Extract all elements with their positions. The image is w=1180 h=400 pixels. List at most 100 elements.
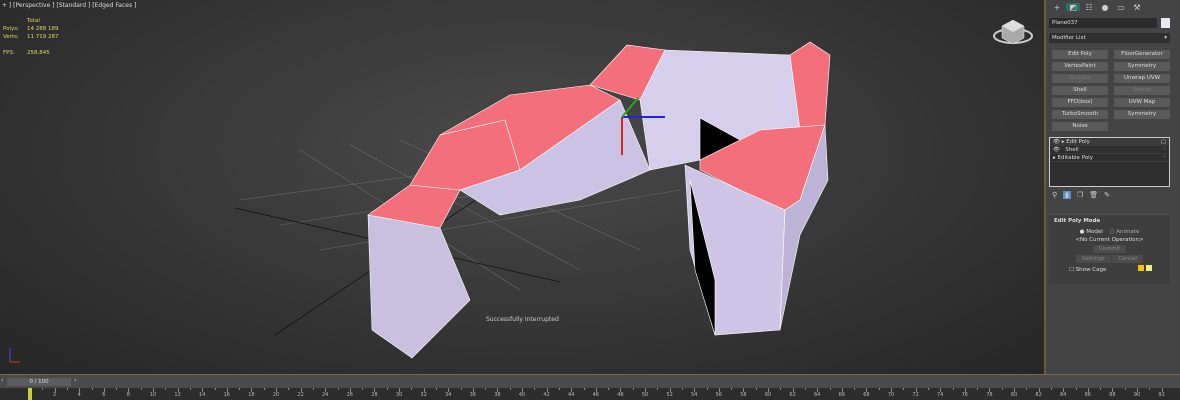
tick — [583, 388, 585, 390]
cage-selected-color-swatch[interactable] — [1146, 265, 1153, 271]
show-end-result-icon[interactable]: ▮ — [1063, 191, 1071, 199]
rollout-title[interactable]: Edit Poly Mode — [1049, 215, 1170, 227]
tick — [878, 388, 880, 390]
tick — [263, 388, 265, 390]
current-frame-marker[interactable] — [28, 388, 32, 400]
object-name-input[interactable]: Plane037 — [1049, 18, 1157, 28]
cage-color-swatch[interactable] — [1138, 265, 1145, 271]
tick-label: 52 — [666, 392, 673, 398]
commit-button[interactable]: Commit — [1092, 245, 1127, 253]
object-color-swatch[interactable] — [1161, 18, 1170, 28]
tick — [189, 388, 191, 390]
tick-label: 14 — [199, 392, 206, 398]
verts-value: 11 719 287 — [27, 34, 59, 40]
tick — [165, 388, 167, 390]
tick — [608, 388, 610, 390]
tick-label: 48 — [617, 392, 624, 398]
modifier-button[interactable]: Symmetry — [1114, 62, 1170, 71]
tick — [681, 388, 683, 390]
tick — [42, 388, 44, 390]
viewport-label[interactable]: + ] [Perspective ] [Standard ] [Edged Fa… — [2, 2, 136, 9]
tick-label: 90 — [1133, 392, 1141, 398]
animate-label: Animate — [1116, 229, 1140, 235]
status-message: Successfully Interrupted — [486, 316, 559, 323]
tick — [903, 388, 905, 390]
tick — [214, 388, 216, 390]
stack-item-shell[interactable]: 👁 Shell ⁖ — [1050, 146, 1169, 154]
tick-label: 58 — [740, 392, 747, 398]
tick — [239, 388, 241, 390]
tick — [485, 388, 487, 390]
show-cage-label: Show Cage — [1075, 267, 1107, 273]
modifier-buttons: Edit Poly FloorGenerator VertexPaint Symmet… — [1052, 50, 1170, 131]
tick — [1050, 388, 1052, 390]
hierarchy-icon[interactable]: ☷ — [1082, 3, 1096, 12]
pin-stack-icon[interactable]: ⚲ — [1052, 191, 1057, 199]
tick-label: 8 — [126, 392, 130, 398]
show-cage-checkbox[interactable]: ☐ Show Cage — [1069, 267, 1106, 273]
prev-frame-icon[interactable]: ‹ — [1, 377, 3, 384]
next-frame-icon[interactable]: › — [74, 377, 76, 384]
tick-label: 30 — [395, 392, 403, 398]
modifier-button[interactable]: Sweep — [1114, 86, 1170, 95]
tick-label: 92 — [1158, 392, 1165, 398]
tick-label: 24 — [322, 392, 329, 398]
tick-label: 70 — [887, 392, 895, 398]
utilities-icon[interactable]: ⚒ — [1130, 3, 1144, 12]
modify-icon[interactable]: ◩ — [1066, 3, 1080, 12]
modifier-button[interactable]: FFD(box) — [1052, 98, 1108, 107]
make-unique-icon[interactable]: ❐ — [1077, 191, 1083, 199]
configure-sets-icon[interactable]: ✎ — [1104, 191, 1110, 199]
tick-label: 6 — [102, 392, 106, 398]
tick-label: 74 — [937, 392, 944, 398]
tick-label: 82 — [1035, 392, 1042, 398]
tick — [1075, 388, 1077, 390]
create-icon[interactable]: + — [1050, 3, 1064, 12]
modifier-button[interactable]: UVW Map — [1114, 98, 1170, 107]
viewcube-icon[interactable] — [992, 14, 1034, 46]
perspective-viewport[interactable]: + ] [Perspective ] [Standard ] [Edged Fa… — [0, 0, 1044, 374]
cancel-button[interactable]: Cancel — [1112, 255, 1143, 263]
modifier-button[interactable]: Symmetry — [1114, 110, 1170, 119]
tick — [558, 388, 560, 390]
tick-label: 56 — [715, 392, 722, 398]
motion-icon[interactable]: ● — [1098, 3, 1112, 12]
tick — [312, 388, 314, 390]
remove-modifier-icon[interactable]: 🗑 — [1089, 191, 1098, 199]
modifier-button[interactable]: TurboSmooth — [1052, 110, 1108, 119]
animate-radio[interactable]: ○ Animate — [1110, 229, 1140, 235]
time-slider-bar: ‹ 0 / 100 › — [0, 374, 1180, 388]
modifier-button[interactable]: Edit Poly — [1052, 50, 1108, 59]
tick — [1001, 388, 1003, 390]
tick-label: 42 — [543, 392, 550, 398]
tick-label: 62 — [789, 392, 796, 398]
tick — [140, 388, 142, 390]
time-slider[interactable]: 0 / 100 — [7, 378, 71, 386]
stack-toolbar: ⚲ ▮ ❐ 🗑 ✎ — [1052, 191, 1110, 199]
modifier-button[interactable]: Noise — [1052, 122, 1108, 131]
stack-label: Shell — [1065, 147, 1079, 153]
tick — [509, 388, 511, 390]
tick-label: 72 — [912, 392, 919, 398]
tick — [632, 388, 634, 390]
modifier-button[interactable]: Unwrap UVW — [1114, 74, 1170, 83]
modifier-button[interactable]: FloorGenerator — [1114, 50, 1170, 59]
tick-label: 34 — [445, 392, 452, 398]
polys-label: Polys: — [3, 26, 19, 32]
track-bar[interactable]: 0246810121416182022242628303234363840424… — [0, 388, 1180, 400]
modifier-button[interactable]: VertexPaint — [1052, 62, 1108, 71]
tick — [1149, 388, 1151, 390]
tick-label: 86 — [1084, 392, 1091, 398]
tick — [116, 388, 118, 390]
display-icon[interactable]: ▭ — [1114, 3, 1128, 12]
stack-item-editable-poly[interactable]: ▸ Editable Poly ⁖ — [1050, 154, 1169, 162]
modifier-button[interactable]: Shell — [1052, 86, 1108, 95]
tick — [706, 388, 708, 390]
modifier-list-dropdown[interactable]: Modifier List — [1049, 33, 1170, 43]
settings-button[interactable]: Settings — [1076, 255, 1111, 263]
stack-item-edit-poly[interactable]: 👁 ▸ Edit Poly ▢ — [1050, 138, 1169, 146]
tick — [411, 388, 413, 390]
modifier-button[interactable]: Surface — [1052, 74, 1108, 83]
model-radio[interactable]: ● Model — [1080, 229, 1103, 235]
tick — [534, 388, 536, 390]
